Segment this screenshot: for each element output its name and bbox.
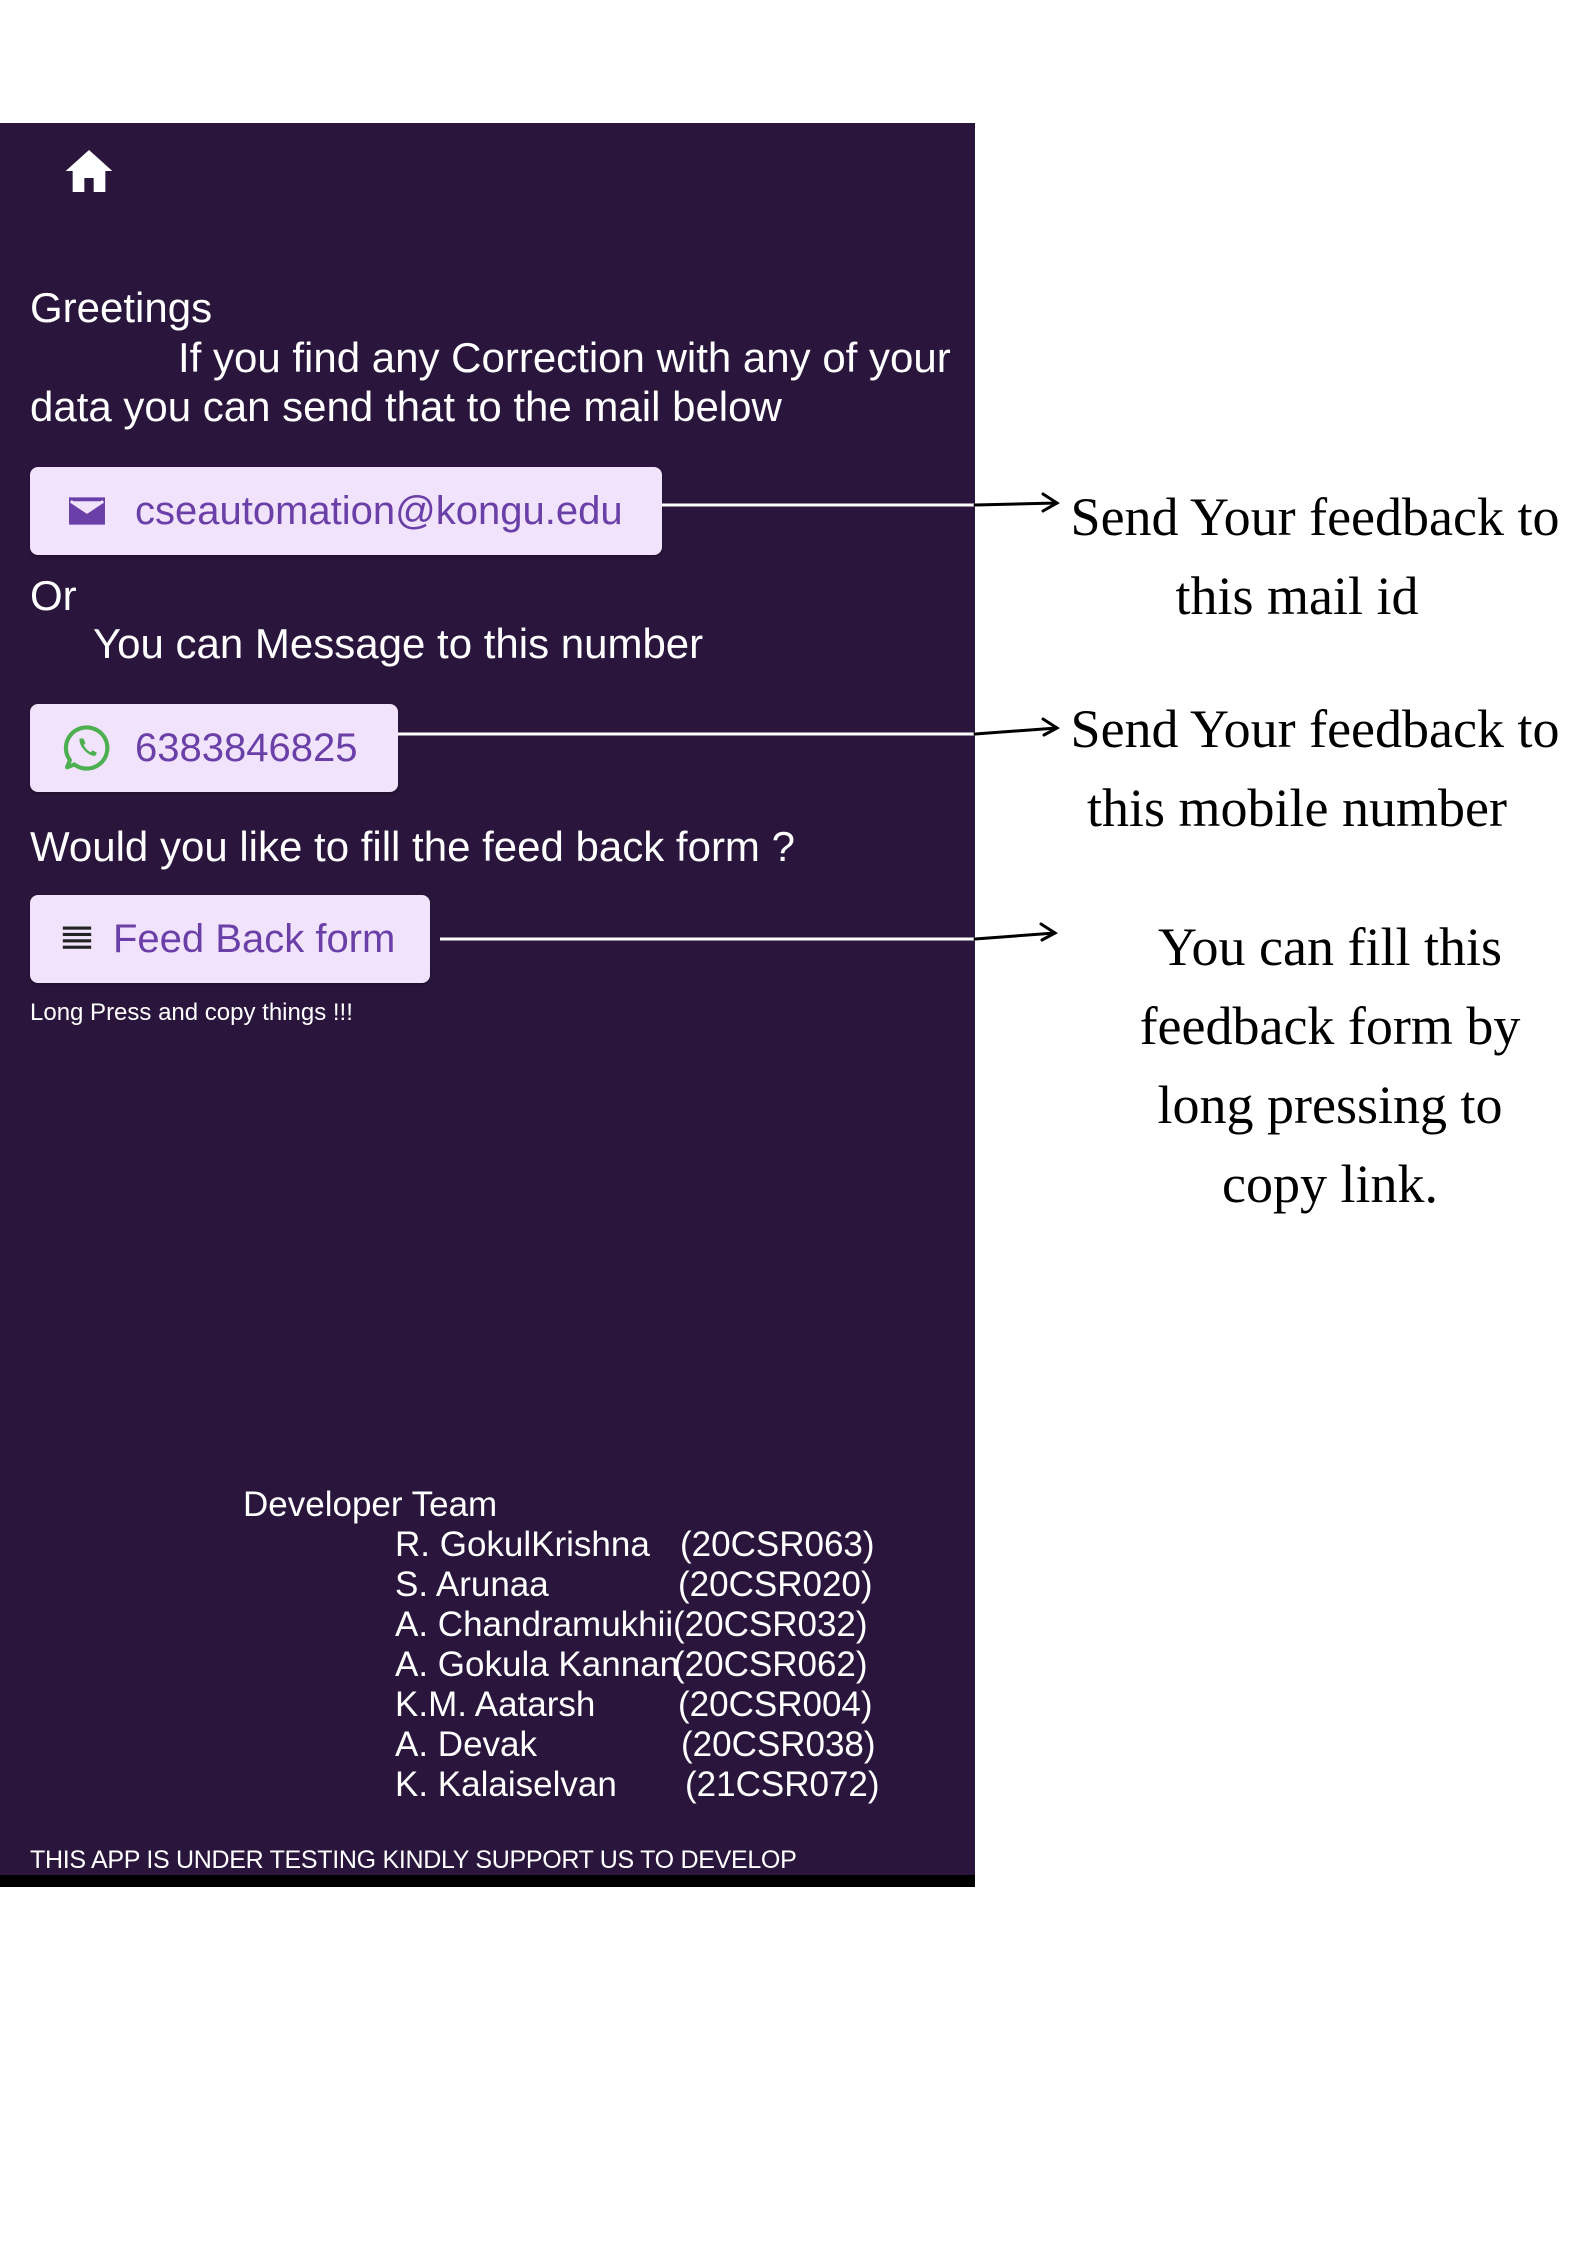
form-annotation: You can fill this feedback form by long … [1070, 908, 1587, 1224]
annotation-line: feedback form by [1139, 996, 1521, 1056]
annotation-line: copy link. [1222, 1154, 1438, 1214]
annotation-line: this mail id [1175, 566, 1419, 626]
annotation-line: this mobile number [1087, 778, 1507, 838]
annotation-line: Send Your feedback to [1070, 699, 1560, 759]
mail-annotation: Send Your feedback to this mail id [1040, 478, 1587, 636]
mobile-annotation: Send Your feedback to this mobile number [1040, 690, 1587, 848]
annotation-line: Send Your feedback to [1070, 487, 1560, 547]
annotation-line: You can fill this [1157, 917, 1503, 977]
annotation-line: long pressing to [1157, 1075, 1503, 1135]
form-arrowhead [1039, 922, 1058, 942]
